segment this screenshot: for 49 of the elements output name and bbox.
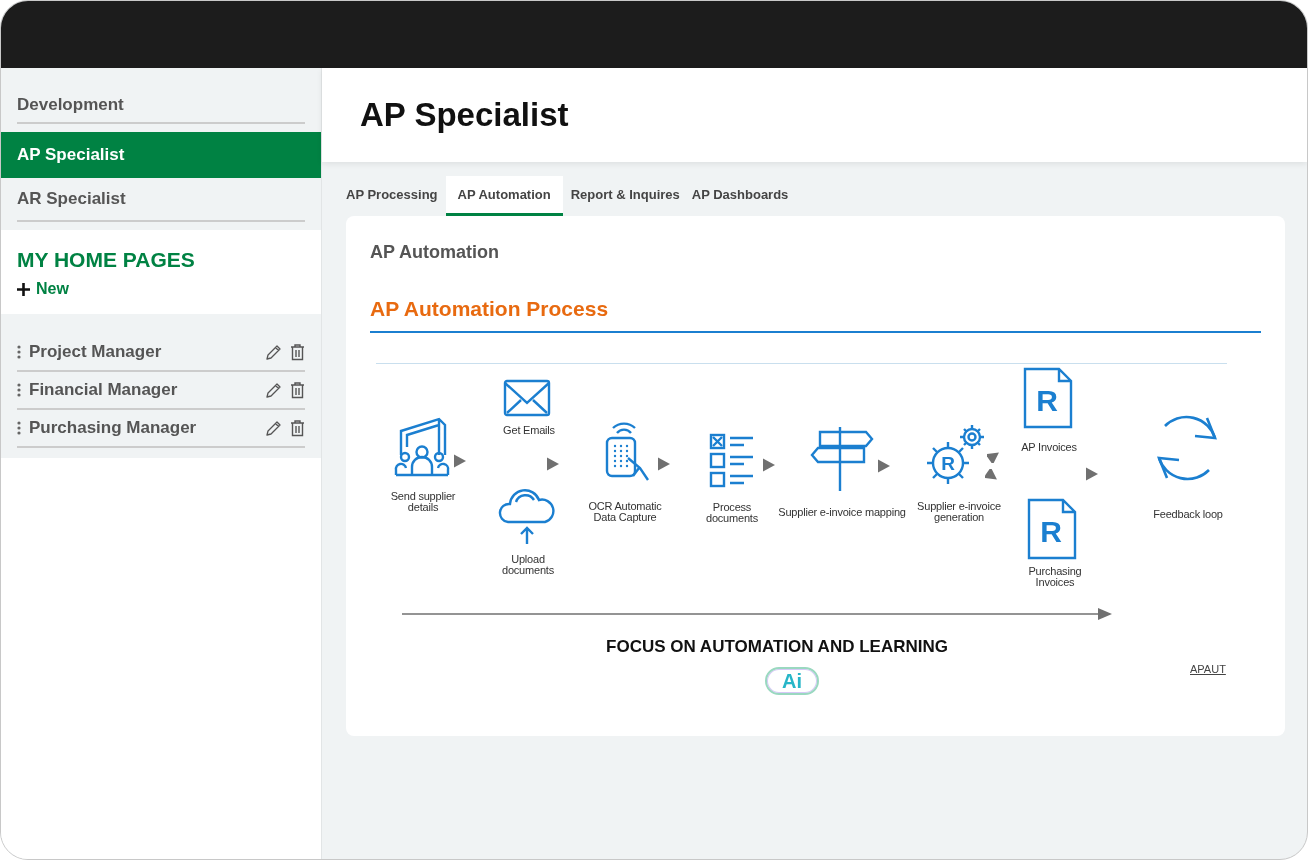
diagram-caption: FOCUS ON AUTOMATION AND LEARNING — [606, 637, 948, 657]
people-building-icon — [393, 417, 451, 479]
tab[interactable]: AP Automation — [445, 176, 563, 216]
step-label: Supplier e-invoice generation — [916, 501, 1002, 523]
card-title: AP Automation — [370, 242, 500, 263]
step-label: Get Emails — [503, 425, 555, 436]
step-label: Purchasing Invoices — [1027, 566, 1083, 588]
section-title: AP Automation Process — [370, 297, 1261, 333]
signpost-icon — [810, 425, 874, 491]
arrowhead-icon — [657, 457, 671, 471]
home-page-item[interactable]: Purchasing Manager — [29, 418, 257, 438]
arrowhead-icon — [877, 459, 891, 473]
envelope-icon — [503, 379, 551, 417]
arrowhead-icon — [1085, 467, 1099, 481]
step-label: Feedback loop — [1153, 509, 1223, 520]
drag-handle-icon[interactable] — [17, 421, 21, 435]
edit-icon[interactable] — [265, 381, 282, 399]
step-label: OCR Automatic Data Capture — [587, 501, 663, 523]
sidebar-item[interactable]: Development — [17, 88, 305, 124]
arrowhead-icon — [453, 454, 467, 468]
home-page-item[interactable]: Project Manager — [29, 342, 257, 362]
home-page-item[interactable]: Financial Manager — [29, 380, 257, 400]
trash-icon[interactable] — [290, 343, 305, 361]
drag-handle-icon[interactable] — [17, 345, 21, 359]
code-link[interactable]: APAUT — [1190, 663, 1226, 675]
checklist-icon — [709, 433, 755, 489]
step-label: AP Invoices — [1021, 442, 1077, 453]
step-label: Process documents — [705, 502, 759, 524]
sidebar-item[interactable]: AP Specialist — [1, 132, 321, 178]
section-heading: MY HOME PAGES — [17, 248, 196, 272]
ai-badge: Ai — [765, 667, 819, 695]
cloud-upload-icon — [496, 486, 558, 546]
arrowhead-icon — [762, 458, 776, 472]
trash-icon[interactable] — [290, 381, 305, 399]
tab[interactable]: Report & Inquires — [566, 176, 684, 216]
drag-handle-icon[interactable] — [17, 383, 21, 397]
new-button[interactable]: New — [17, 280, 69, 298]
page-title: AP Specialist — [360, 96, 569, 134]
sidebar-item[interactable]: AR Specialist — [17, 178, 305, 222]
step-label: Upload documents — [501, 554, 555, 576]
plus-icon — [17, 282, 30, 296]
step-label: Supplier e-invoice mapping — [778, 507, 906, 518]
tab[interactable]: AP Processing — [342, 176, 442, 216]
edit-icon[interactable] — [265, 419, 282, 437]
tab[interactable]: AP Dashboards — [687, 176, 793, 216]
edit-icon[interactable] — [265, 343, 282, 361]
step-label: Send supplier details — [389, 491, 457, 513]
trash-icon[interactable] — [290, 419, 305, 437]
arrowhead-icon — [546, 457, 560, 471]
